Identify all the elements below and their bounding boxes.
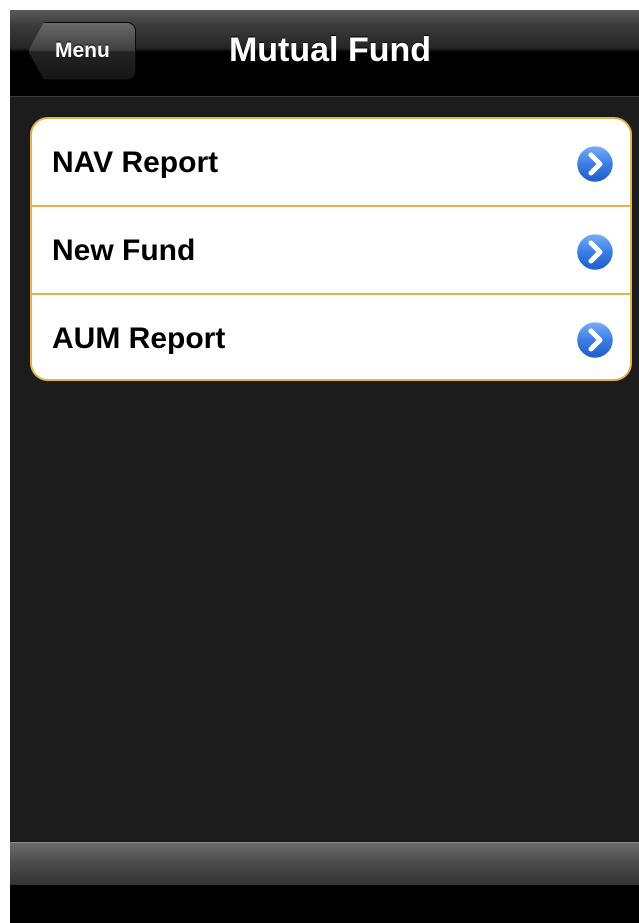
- list-item-label: NAV Report: [52, 146, 219, 179]
- chevron-right-circle-icon[interactable]: [574, 231, 616, 273]
- page-title: Mutual Fund: [228, 31, 432, 69]
- bottom-bar: [10, 885, 639, 923]
- list-item-label: New Fund: [52, 234, 196, 267]
- menu-list: NAV Report New Fund AUM Report: [30, 117, 632, 381]
- chevron-right-circle-icon[interactable]: [574, 143, 616, 185]
- list-item-aum-report[interactable]: AUM Report: [32, 295, 630, 379]
- back-button[interactable]: Menu: [28, 22, 136, 80]
- list-item-nav-report[interactable]: NAV Report: [32, 119, 630, 207]
- navigation-bar: Menu Mutual Fund: [10, 10, 639, 97]
- bottom-toolbar: [10, 842, 639, 885]
- list-item-label: AUM Report: [52, 322, 226, 355]
- list-item-new-fund[interactable]: New Fund: [32, 207, 630, 295]
- app-screen: Menu Mutual Fund NAV Report New Fund AUM…: [10, 10, 639, 923]
- chevron-right-circle-icon[interactable]: [574, 319, 616, 361]
